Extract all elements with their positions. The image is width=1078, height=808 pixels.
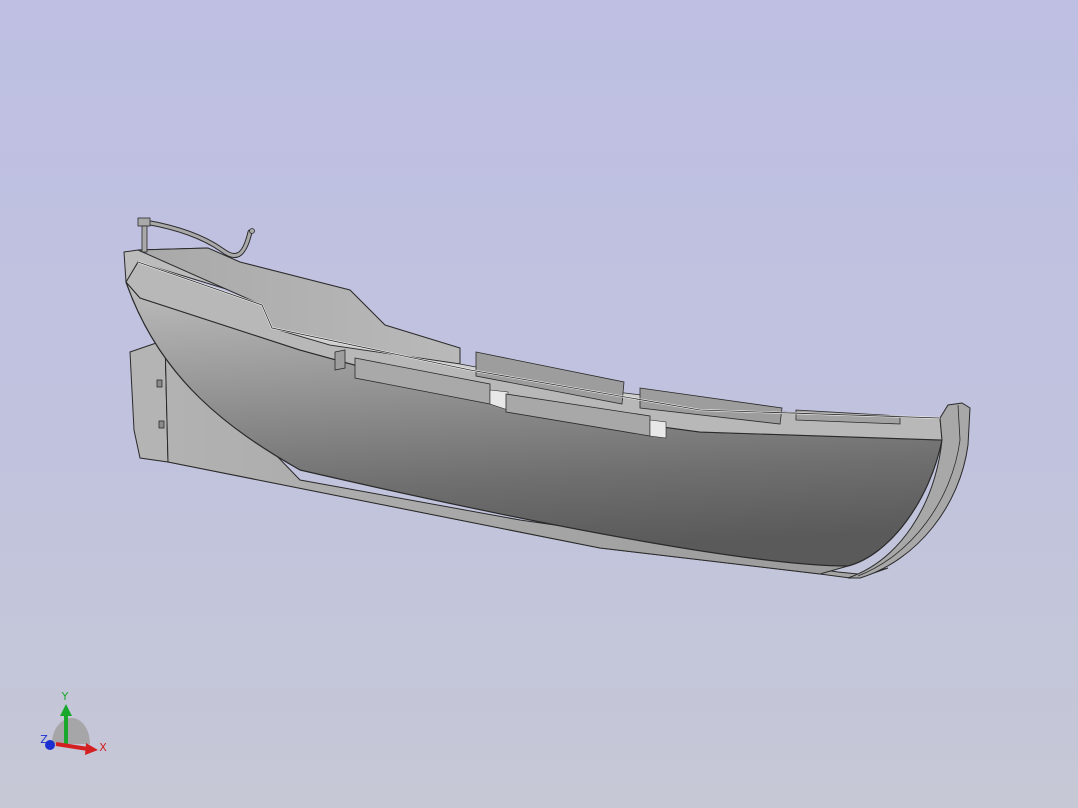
triad-y-label: Y xyxy=(61,690,69,703)
hinge-upper xyxy=(156,379,163,388)
triad-x-axis-arrow xyxy=(55,742,98,755)
thwart-1[interactable] xyxy=(334,349,346,371)
coordinate-triad[interactable]: Y X Z xyxy=(40,690,107,755)
triad-x-label: X xyxy=(99,741,107,754)
triad-z-label: Z xyxy=(40,733,48,746)
hinge-lower xyxy=(158,420,165,429)
3d-viewport[interactable]: Y X Z xyxy=(0,0,1078,808)
boat-model[interactable] xyxy=(123,217,971,579)
